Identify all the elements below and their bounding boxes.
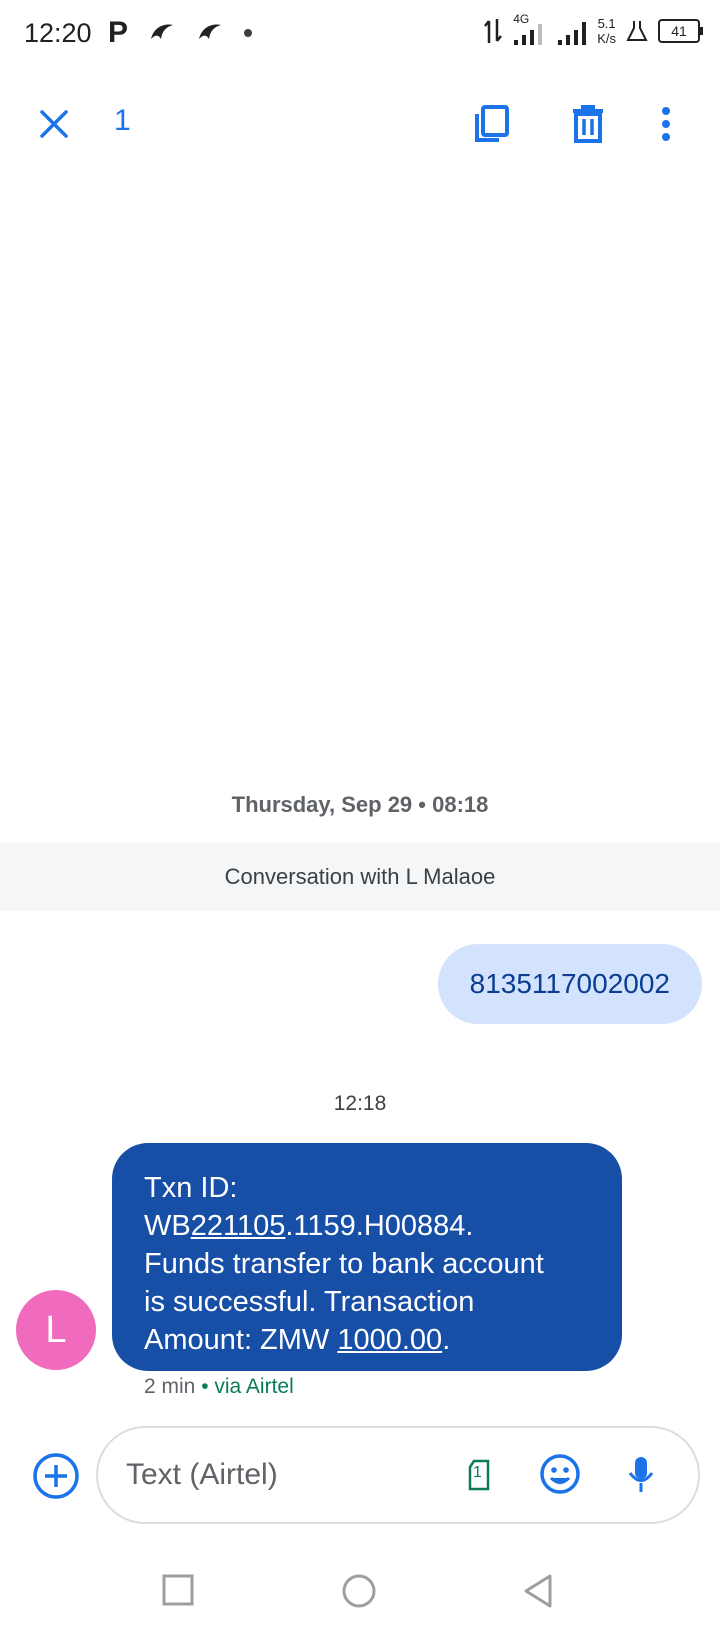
text-span: . [442,1324,451,1356]
text-span: Amount: ZMW [144,1324,338,1356]
notification-dot [244,29,253,37]
status-left-icons: P [108,16,253,50]
network-speed: 5.1 K/s [597,16,616,46]
message-time-label: 12:18 [333,1092,387,1115]
message-input-placeholder: Text (Airtel) [126,1458,278,1491]
speed-unit: K/s [597,31,616,46]
status-time: 12:20 [24,18,92,48]
meta-time: 2 min [144,1375,196,1398]
conversation-banner-text: Conversation with L Malaoe [224,864,496,889]
number-link[interactable]: 221105 [191,1210,286,1242]
incoming-message[interactable]: Txn ID: WB221105.1159.H00884. Funds tran… [112,1143,622,1371]
avatar[interactable]: L [16,1290,96,1370]
meta-via: via Airtel [214,1375,294,1398]
square-icon [162,1574,194,1606]
outgoing-message-text: 8135117002002 [469,968,670,999]
message-meta: 2 min • via Airtel [144,1375,294,1399]
text-span: WB [144,1210,191,1242]
outgoing-message[interactable]: 8135117002002 [437,944,702,1024]
status-right-icons: 4G 5.1 K/s 41 [483,12,703,46]
message-line: is successful. Transaction [144,1286,475,1318]
home-nav-button[interactable] [340,1572,378,1610]
signal-4g-icon: 4G [513,12,547,46]
more-vert-icon [662,107,670,141]
bird-app-icon [151,24,174,39]
back-triangle-icon [524,1574,552,1608]
conversation-banner: Conversation with L Malaoe [0,843,720,911]
copy-button[interactable] [470,102,514,146]
text-span: .1159.H00884. [285,1210,474,1242]
message-line: Txn ID: [144,1172,238,1204]
delete-icon [573,105,603,143]
copy-icon [475,105,509,142]
date-header: Thursday, Sep 29 • 08:18 [231,792,489,817]
signal-icon [558,22,587,45]
lab-flask-icon [626,21,648,41]
meta-separator: • [195,1375,215,1398]
speed-value: 5.1 [597,16,616,31]
close-button[interactable] [34,104,74,144]
data-transfer-icon [484,19,503,43]
add-attachment-button[interactable] [32,1452,80,1500]
close-icon [40,110,68,138]
amount-link[interactable]: 1000.00 [337,1324,442,1356]
message-line: WB221105.1159.H00884. [144,1207,590,1245]
battery-level: 41 [671,23,687,39]
sim-selector-button[interactable]: 1 [464,1458,494,1492]
bird-app-icon [199,24,222,39]
sim-number: 1 [473,1464,482,1481]
emoji-button[interactable] [538,1452,582,1496]
battery-icon: 41 [658,19,703,43]
network-type: 4G [513,12,530,26]
delete-button[interactable] [566,102,610,146]
message-line: Funds transfer to bank account [144,1248,544,1280]
emoji-icon [540,1454,580,1494]
more-options-button[interactable] [654,102,678,146]
circle-icon [342,1574,376,1608]
message-line: Amount: ZMW 1000.00. [144,1321,590,1359]
back-nav-button[interactable] [520,1572,556,1610]
plus-circle-icon [33,1453,79,1499]
parking-icon: P [108,16,129,49]
avatar-letter: L [45,1308,67,1351]
recents-nav-button[interactable] [160,1572,196,1608]
microphone-icon [628,1457,654,1492]
voice-input-button[interactable] [624,1452,658,1496]
selected-count: 1 [114,104,131,137]
